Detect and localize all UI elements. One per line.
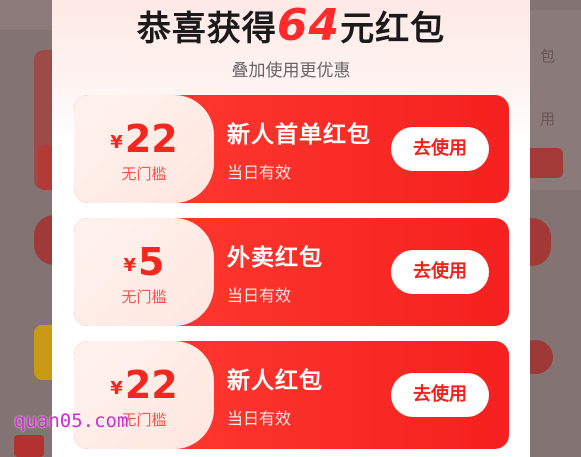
title-suffix: 元红包 bbox=[340, 9, 446, 49]
coupon-name: 新人首单红包 bbox=[227, 122, 371, 148]
use-coupon-button[interactable]: 去使用 bbox=[391, 373, 489, 417]
popup-subtitle: 叠加使用更优惠 bbox=[231, 61, 351, 81]
currency-symbol: ¥ bbox=[110, 378, 123, 399]
use-coupon-button[interactable]: 去使用 bbox=[391, 250, 489, 294]
coupon-price: ¥22 bbox=[74, 117, 214, 161]
coupon-card: ¥22 无门槛 新人首单红包 当日有效 去使用 bbox=[74, 95, 509, 203]
coupon-name: 外卖红包 bbox=[227, 245, 323, 271]
title-amount: 64 bbox=[276, 0, 341, 51]
coupon-price: ¥22 bbox=[74, 363, 214, 407]
coupon-amount: 22 bbox=[124, 363, 178, 407]
red-packet-popup: 恭喜获得64元红包 叠加使用更优惠 ¥22 无门槛 新人首单红包 当日有效 去使… bbox=[52, 0, 530, 457]
bg-header-block bbox=[0, 0, 60, 30]
watermark: quan05.com bbox=[14, 410, 129, 432]
use-coupon-button[interactable]: 去使用 bbox=[391, 127, 489, 171]
coupon-name: 新人红包 bbox=[227, 368, 323, 394]
coupon-price: ¥5 bbox=[74, 240, 214, 284]
coupon-validity: 当日有效 bbox=[227, 409, 292, 428]
coupon-validity: 当日有效 bbox=[227, 286, 292, 305]
title-prefix: 恭喜获得 bbox=[136, 9, 277, 49]
bg-red-icon bbox=[14, 435, 44, 457]
currency-symbol: ¥ bbox=[110, 132, 123, 153]
bg-right-text: 用 bbox=[540, 110, 556, 128]
bg-right-text: 包 bbox=[540, 47, 556, 65]
coupon-amount: 22 bbox=[124, 117, 178, 161]
coupon-card: ¥22 无门槛 新人红包 当日有效 去使用 bbox=[74, 341, 509, 449]
coupon-amount: 5 bbox=[138, 240, 165, 284]
coupon-condition: 无门槛 bbox=[121, 165, 167, 183]
popup-title: 恭喜获得64元红包 bbox=[52, 0, 530, 52]
coupon-card: ¥5 无门槛 外卖红包 当日有效 去使用 bbox=[74, 218, 509, 326]
coupon-condition: 无门槛 bbox=[121, 288, 167, 306]
coupon-validity: 当日有效 bbox=[227, 163, 292, 182]
currency-symbol: ¥ bbox=[123, 255, 137, 276]
